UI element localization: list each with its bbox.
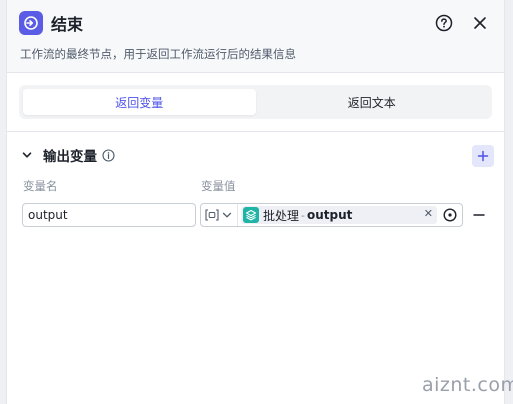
close-icon[interactable] (470, 13, 490, 33)
column-header-name: 变量名 (23, 179, 58, 193)
info-icon[interactable] (102, 148, 115, 162)
end-node-panel: 结束 工作流的最终节点，用于返回工作流运行后的结果信息 返回变量 返回文本 输出… (6, 0, 505, 404)
reference-separator: - (301, 208, 305, 222)
target-icon[interactable] (443, 208, 457, 222)
plus-icon (477, 150, 489, 162)
end-node-icon (19, 11, 43, 35)
batch-node-icon (243, 207, 259, 223)
variable-reference-chip[interactable]: 批处理 - output ✕ (241, 206, 437, 224)
clear-reference-icon[interactable]: ✕ (424, 207, 433, 220)
reference-node-name: 批处理 (263, 208, 300, 223)
value-type-select[interactable] (201, 204, 238, 226)
reference-variable-name: output (307, 208, 353, 222)
section-title: 输出变量 (43, 149, 97, 165)
array-object-icon (205, 209, 219, 221)
variable-value-field: 批处理 - output ✕ (200, 203, 463, 227)
tab-return-variables[interactable]: 返回变量 (23, 89, 256, 115)
chevron-down-icon (222, 212, 232, 218)
page-title: 结束 (51, 15, 84, 34)
watermark: aiznt.com (422, 374, 513, 396)
help-circle-icon[interactable] (434, 13, 454, 33)
column-headers: 变量名 变量值 (7, 178, 504, 196)
tabs-wrap: 返回变量 返回文本 (7, 73, 504, 131)
minus-icon (473, 214, 485, 216)
add-variable-button[interactable] (472, 145, 494, 167)
return-mode-tabs: 返回变量 返回文本 (19, 85, 492, 119)
column-header-value: 变量值 (201, 179, 236, 193)
node-description: 工作流的最终节点，用于返回工作流运行后的结果信息 (20, 47, 296, 61)
variable-name-input[interactable] (22, 203, 196, 227)
output-section-header: 输出变量 (7, 132, 504, 178)
chevron-down-icon[interactable] (21, 149, 33, 161)
remove-variable-button[interactable] (471, 206, 487, 224)
panel-header: 结束 (7, 0, 504, 46)
tab-return-text[interactable]: 返回文本 (256, 89, 489, 115)
header-band: 结束 工作流的最终节点，用于返回工作流运行后的结果信息 (7, 0, 504, 72)
variable-row: 批处理 - output ✕ (7, 196, 504, 236)
